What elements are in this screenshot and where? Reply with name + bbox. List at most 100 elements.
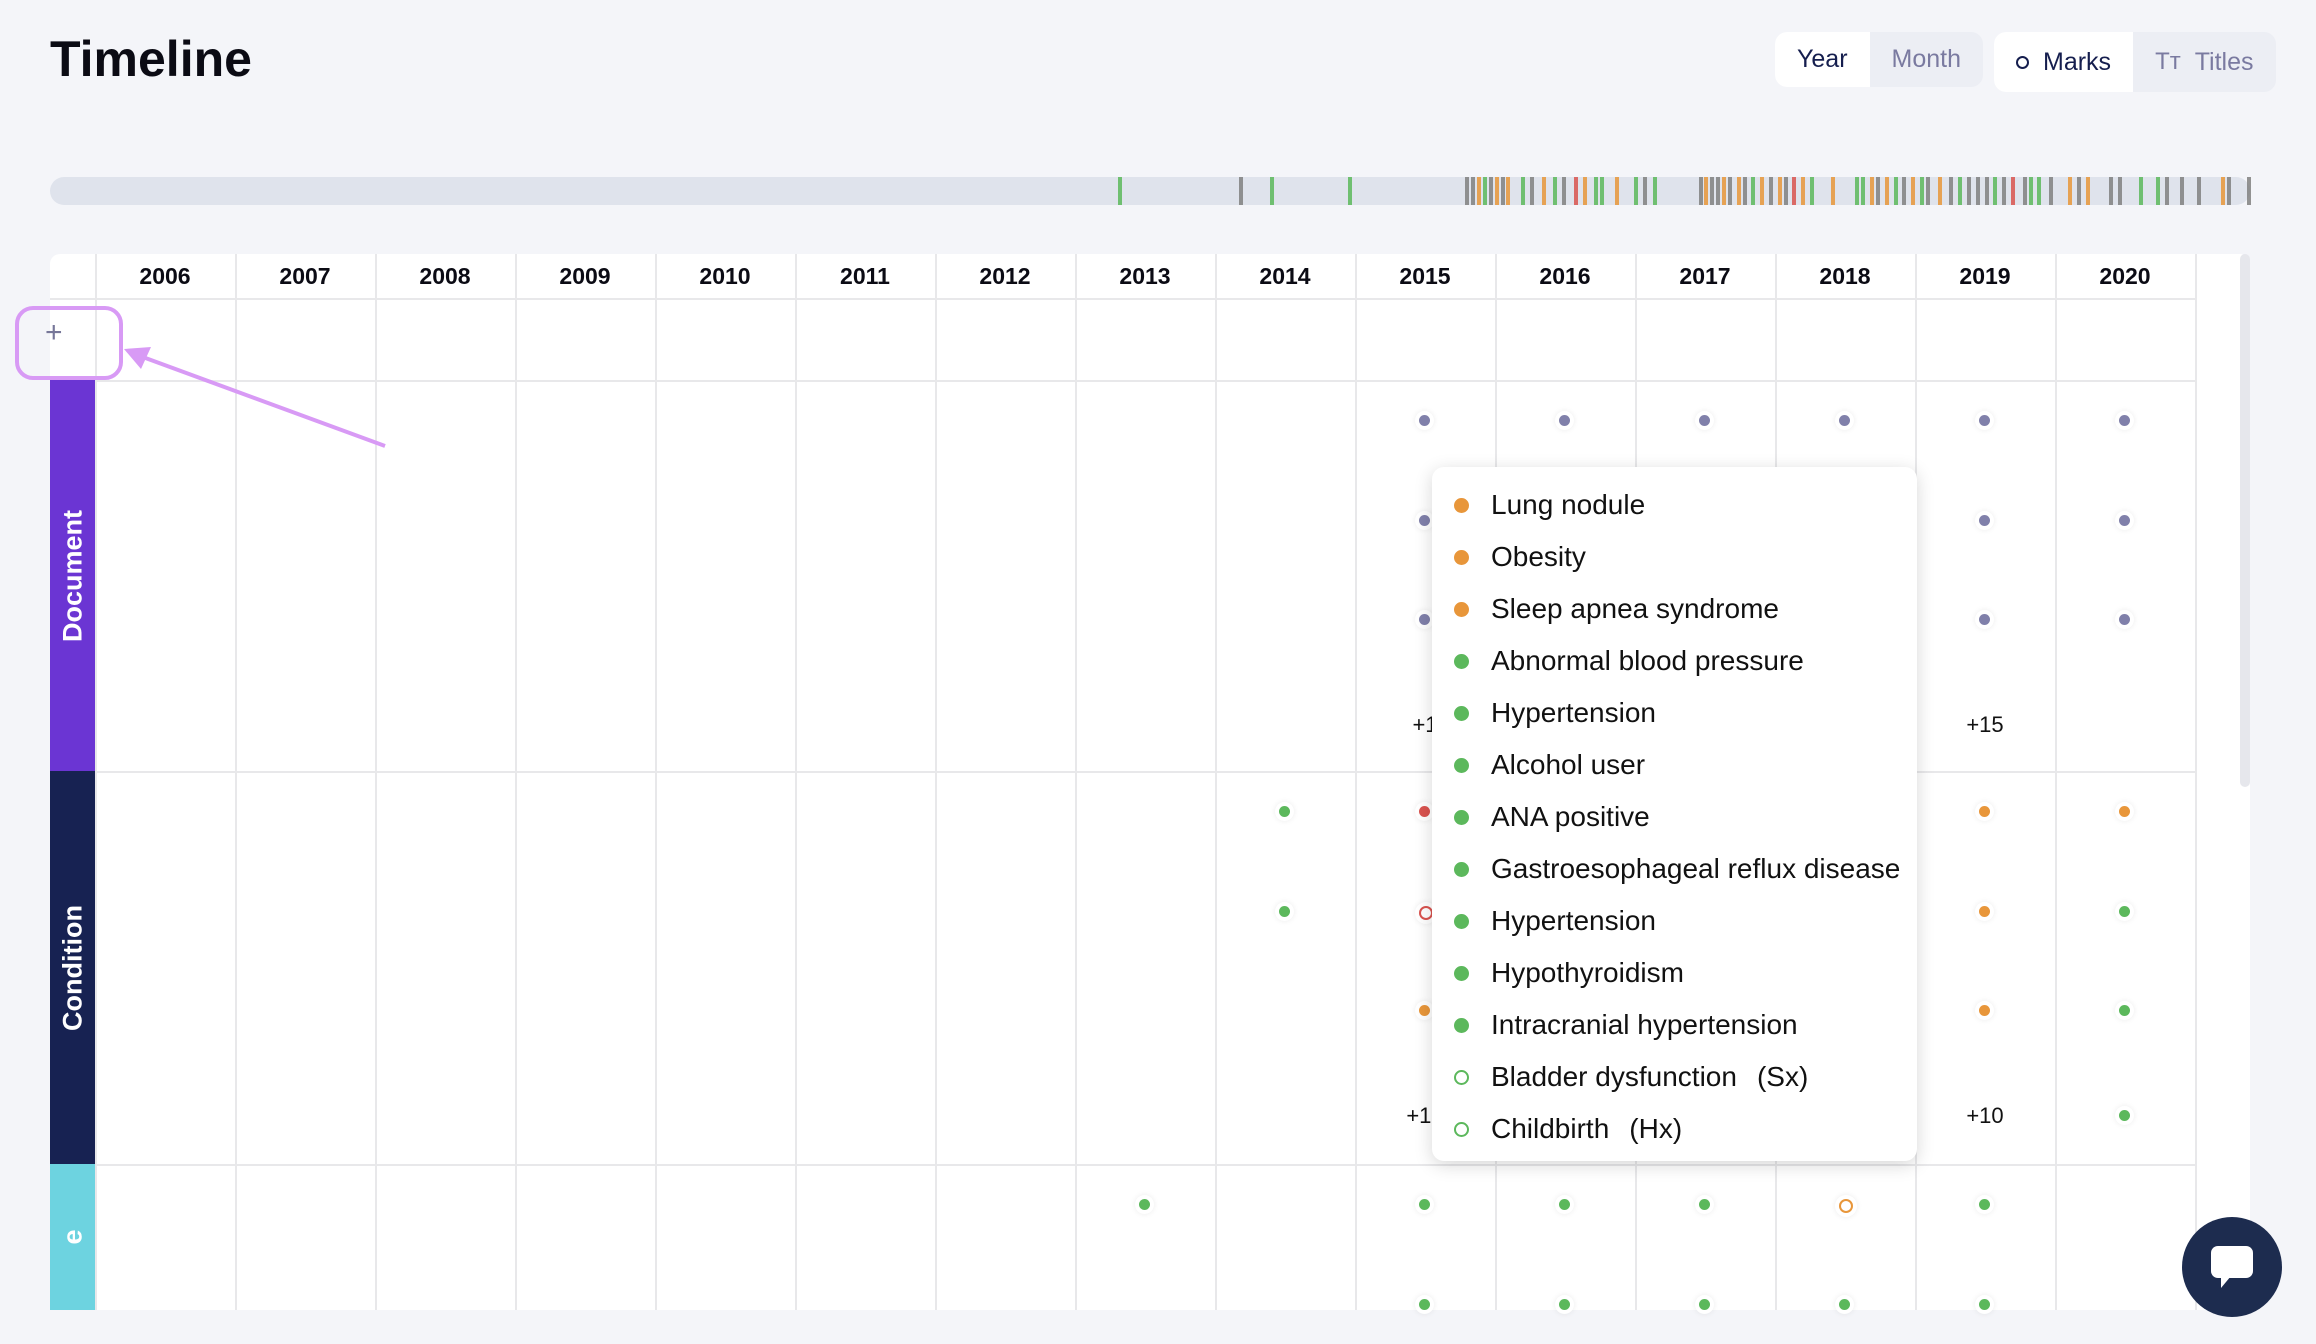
overview-event-tick — [1830, 177, 1835, 205]
event-mark[interactable] — [1979, 1199, 1990, 1210]
vertical-scrollbar[interactable] — [2240, 254, 2250, 787]
event-mark[interactable] — [1559, 1299, 1570, 1310]
year-header: 2020 — [2099, 262, 2151, 289]
event-mark[interactable] — [1979, 614, 1990, 625]
popover-item[interactable]: Bladder dysfunction (Sx) — [1454, 1061, 1808, 1093]
row-label-condition[interactable]: Condition — [50, 771, 95, 1164]
event-mark[interactable] — [1979, 1005, 1990, 1016]
event-mark[interactable] — [1139, 1199, 1150, 1210]
event-mark[interactable] — [1419, 1199, 1430, 1210]
overview-event-tick — [1634, 177, 1638, 205]
overview-event-tick — [1876, 177, 1880, 205]
event-mark[interactable] — [1559, 415, 1570, 426]
overview-event-tick — [2138, 177, 2143, 205]
more-events-count[interactable]: +10 — [1966, 1103, 2003, 1129]
event-mark[interactable] — [1419, 806, 1430, 817]
event-mark[interactable] — [1559, 1199, 1570, 1210]
popover-item[interactable]: Obesity — [1454, 541, 1586, 573]
event-mark[interactable] — [1699, 415, 1710, 426]
event-mark[interactable] — [1699, 1199, 1710, 1210]
event-mark[interactable] — [1419, 614, 1430, 625]
popover-item-label: Hypertension — [1491, 905, 1656, 936]
hollow-circle-icon — [1454, 1069, 1469, 1085]
popover-item[interactable]: Intracranial hypertension — [1454, 1009, 1798, 1041]
overview-event-tick — [1855, 177, 1860, 205]
circle-icon — [1454, 549, 1469, 565]
row-label-document[interactable]: Document — [50, 380, 95, 771]
popover-item[interactable]: Hypothyroidism — [1454, 957, 1684, 989]
popover-item[interactable]: Sleep apnea syndrome — [1454, 593, 1779, 625]
overview-event-tick — [2220, 177, 2225, 205]
row-divider — [50, 1164, 2195, 1166]
overview-timeline-scrubber[interactable] — [50, 177, 2252, 205]
column-divider — [795, 254, 797, 1310]
event-mark[interactable] — [1979, 415, 1990, 426]
popover-item[interactable]: Abnormal blood pressure — [1454, 645, 1804, 677]
event-mark[interactable] — [1979, 515, 1990, 526]
marks-toggle-button[interactable]: Marks — [1994, 32, 2134, 92]
event-mark[interactable] — [1419, 1299, 1430, 1310]
overview-event-tick — [1573, 177, 1578, 205]
event-mark[interactable] — [1839, 1299, 1850, 1310]
event-mark[interactable] — [1419, 1005, 1430, 1016]
titles-toggle-button[interactable]: Tт Titles — [2133, 32, 2275, 92]
popover-item-label: Gastroesophageal reflux disease — [1491, 853, 1901, 884]
event-mark[interactable] — [1839, 1199, 1853, 1213]
year-header: 2007 — [279, 262, 331, 289]
page-title: Timeline — [50, 31, 252, 87]
overview-event-tick — [1710, 177, 1715, 205]
event-mark[interactable] — [2119, 614, 2130, 625]
event-mark[interactable] — [1839, 415, 1850, 426]
event-mark[interactable] — [2119, 1005, 2130, 1016]
overview-event-tick — [2156, 177, 2161, 205]
year-toggle-button[interactable]: Year — [1775, 32, 1870, 87]
event-mark[interactable] — [1699, 1299, 1710, 1310]
year-header: 2012 — [979, 262, 1031, 289]
row-label-e[interactable]: e — [50, 1164, 95, 1310]
circle-icon — [1454, 705, 1469, 721]
popover-item-suffix: (Hx) — [1629, 1113, 1683, 1144]
event-mark[interactable] — [1419, 906, 1433, 920]
overview-event-tick — [1500, 177, 1505, 205]
overview-event-tick — [2068, 177, 2073, 205]
overview-event-tick — [1614, 177, 1619, 205]
row-label-text: Condition — [57, 904, 87, 1031]
popover-item[interactable]: Childbirth (Hx) — [1454, 1113, 1682, 1145]
overview-event-tick — [1870, 177, 1875, 205]
chat-button[interactable] — [2182, 1217, 2282, 1317]
event-mark[interactable] — [1419, 415, 1430, 426]
event-mark[interactable] — [1979, 806, 1990, 817]
popover-item[interactable]: Gastroesophageal reflux disease — [1454, 853, 1900, 885]
event-mark[interactable] — [1979, 906, 1990, 917]
overview-event-tick — [2002, 177, 2007, 205]
popover-item[interactable]: Hypertension — [1454, 905, 1656, 937]
event-mark[interactable] — [2119, 415, 2130, 426]
overview-event-tick — [2109, 177, 2114, 205]
year-header: 2009 — [559, 262, 611, 289]
month-toggle-button[interactable]: Month — [1870, 32, 1983, 87]
event-mark[interactable] — [2119, 906, 2130, 917]
popover-item[interactable]: Alcohol user — [1454, 749, 1645, 781]
more-events-count[interactable]: +15 — [1966, 712, 2003, 738]
popover-item[interactable]: Lung nodule — [1454, 489, 1645, 521]
event-mark[interactable] — [1279, 906, 1290, 917]
overview-event-tick — [1716, 177, 1721, 205]
overview-event-tick — [1937, 177, 1942, 205]
add-row-button[interactable]: + — [45, 316, 63, 350]
overview-event-tick — [2118, 177, 2122, 205]
overview-event-tick — [1494, 177, 1499, 205]
overview-event-tick — [1582, 177, 1587, 205]
event-mark[interactable] — [2119, 1110, 2130, 1121]
popover-item[interactable]: Hypertension — [1454, 697, 1656, 729]
event-mark[interactable] — [2119, 515, 2130, 526]
popover-item-label: Hypothyroidism — [1491, 957, 1684, 988]
event-mark[interactable] — [1279, 806, 1290, 817]
popover-item[interactable]: ANA positive — [1454, 801, 1650, 833]
overview-event-tick — [1801, 177, 1806, 205]
popover-item-label: Hypertension — [1491, 697, 1656, 728]
year-header: 2019 — [1959, 262, 2011, 289]
event-mark[interactable] — [1419, 515, 1430, 526]
row-divider — [50, 380, 2195, 382]
event-mark[interactable] — [1979, 1299, 1990, 1310]
event-mark[interactable] — [2119, 806, 2130, 817]
